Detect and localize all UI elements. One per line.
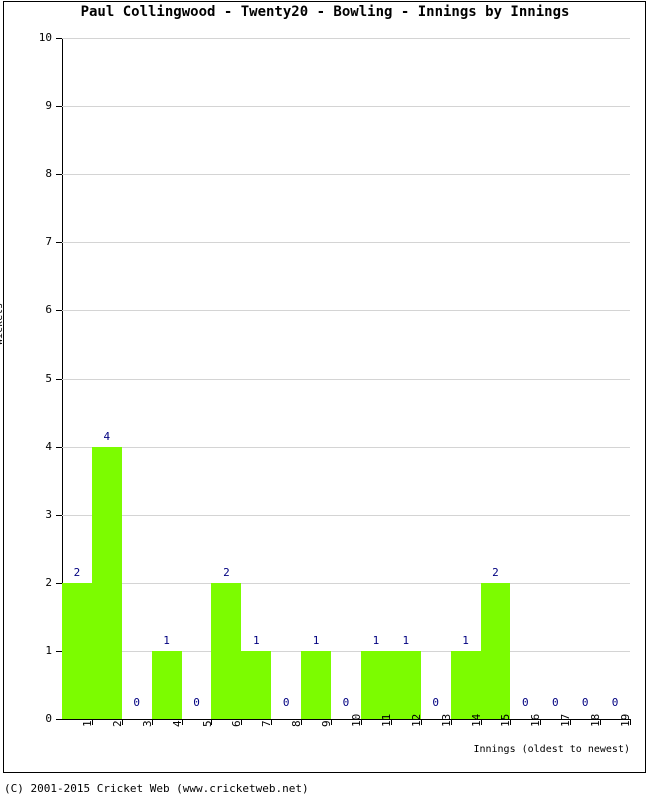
bar [301, 650, 332, 719]
bar [62, 582, 92, 719]
y-tick-mark [56, 719, 62, 720]
y-tick-label: 10 [38, 31, 52, 44]
x-tick-label: 18 [589, 713, 603, 727]
x-tick-label: 10 [350, 713, 363, 727]
plot-area: 2 4 0 1 0 2 1 0 1 0 1 1 0 1 2 0 0 0 0 [62, 38, 630, 719]
y-tick-label: 5 [45, 371, 52, 385]
gridline [62, 582, 630, 584]
gridline [62, 242, 630, 244]
x-tick-label: 15 [499, 713, 513, 727]
gridline [62, 174, 630, 176]
gridline [62, 446, 630, 448]
bar-value-label: 1 [402, 633, 410, 647]
gridline [62, 650, 630, 652]
y-tick-label: 9 [45, 99, 52, 113]
bar-value-label: 0 [611, 696, 619, 709]
gridline [62, 310, 630, 312]
x-tick-label: 11 [379, 713, 393, 727]
bar-value-label: 1 [372, 633, 380, 647]
y-tick-label: 7 [45, 235, 52, 249]
x-tick-label: 3 [140, 720, 154, 727]
x-tick-label: 4 [170, 720, 184, 727]
x-tick-label: 12 [409, 713, 423, 727]
y-tick-label: 2 [45, 575, 52, 589]
x-tick-label: 6 [230, 720, 244, 727]
x-tick-label: 2 [110, 720, 124, 727]
bar-value-label: 0 [522, 696, 529, 709]
bar-value-label: 0 [551, 696, 559, 709]
gridline [62, 514, 630, 516]
bar-value-label: 2 [73, 565, 81, 579]
x-tick-label: 5 [200, 720, 214, 727]
bar-value-label: 0 [133, 696, 141, 709]
x-tick-label: 14 [469, 713, 483, 727]
x-tick-label: 1 [80, 720, 94, 727]
bar [211, 582, 242, 719]
bar-value-label: 0 [193, 696, 200, 709]
x-tick-label: 9 [320, 720, 334, 727]
x-axis-title: Innings (oldest to newest) [473, 744, 630, 755]
bar [390, 650, 421, 719]
gridline [62, 106, 630, 108]
bar [241, 650, 272, 719]
chart-container: Paul Collingwood - Twenty20 - Bowling - … [0, 0, 650, 800]
bar [480, 582, 511, 719]
gridline [62, 378, 630, 380]
bar-value-label: 1 [163, 633, 170, 647]
y-tick-label: 0 [45, 712, 52, 725]
y-tick-label: 6 [45, 303, 52, 317]
bar-value-label: 0 [342, 696, 350, 709]
x-tick-label: 19 [619, 713, 633, 727]
bar-value-label: 1 [312, 633, 320, 647]
bar [450, 650, 481, 719]
bar-value-label: 2 [223, 565, 230, 579]
bar-value-label: 4 [103, 429, 111, 443]
y-tick-label: 1 [45, 643, 52, 657]
x-tick-label: 13 [439, 713, 453, 727]
bar-value-label: 0 [432, 696, 439, 709]
bar-value-label: 0 [581, 696, 589, 709]
bar [91, 446, 122, 719]
bar [360, 650, 391, 719]
bar-value-label: 1 [462, 633, 469, 647]
x-tick-label: 7 [260, 720, 274, 727]
gridline [62, 38, 630, 39]
x-tick-label: 16 [529, 713, 543, 727]
bar-value-label: 2 [492, 565, 499, 579]
y-tick-label: 4 [45, 439, 52, 453]
x-tick-label: 17 [559, 713, 573, 727]
bar-value-label: 0 [282, 696, 290, 709]
copyright-notice: (C) 2001-2015 Cricket Web (www.cricketwe… [4, 782, 309, 795]
y-tick-label: 3 [45, 507, 52, 521]
bar-value-label: 1 [252, 633, 260, 647]
x-tick-label: 8 [290, 720, 304, 727]
bar [151, 650, 182, 719]
y-tick-label: 8 [45, 167, 52, 181]
